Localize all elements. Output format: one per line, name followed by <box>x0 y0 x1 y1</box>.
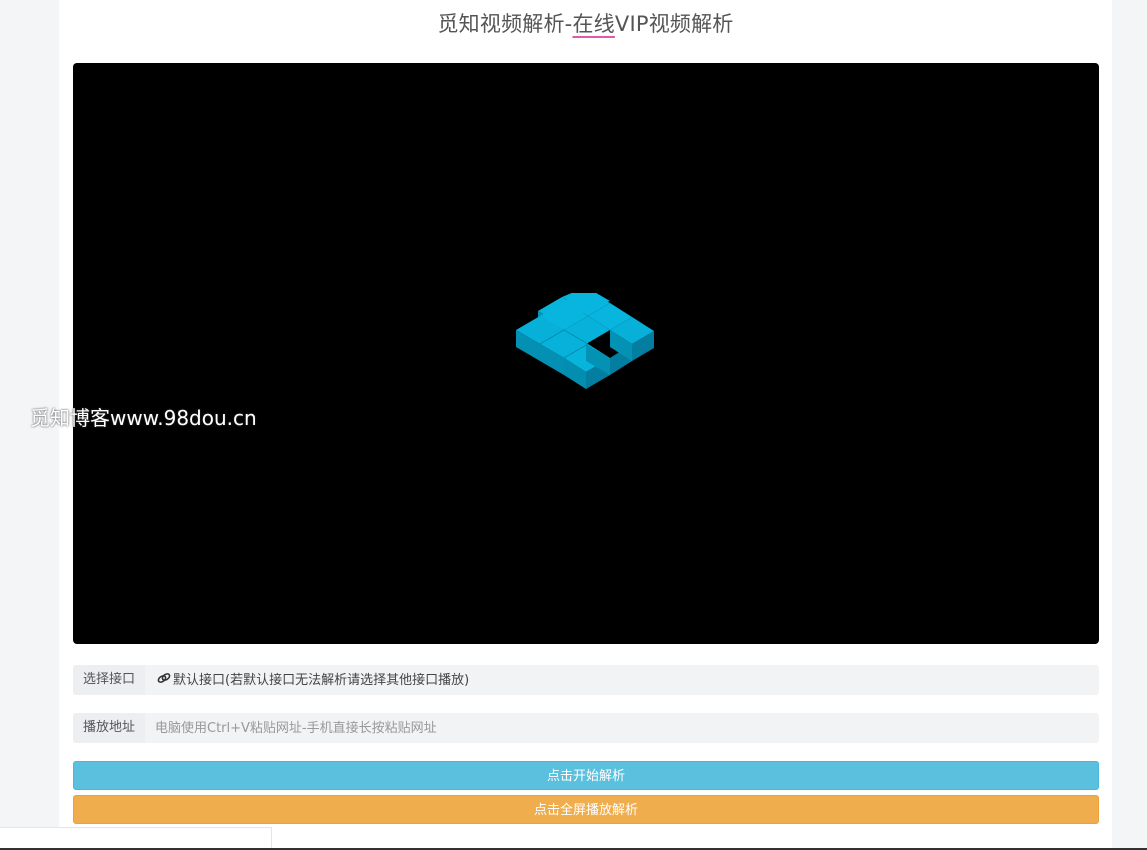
fullscreen-parse-button[interactable]: 点击全屏播放解析 <box>73 795 1099 824</box>
link-icon <box>157 665 171 695</box>
parse-button[interactable]: 点击开始解析 <box>73 761 1099 790</box>
interface-label: 选择接口 <box>73 665 145 695</box>
isometric-cubes-loader-icon <box>516 293 654 389</box>
url-label: 播放地址 <box>73 713 145 743</box>
url-input[interactable] <box>145 712 1099 744</box>
title-prefix: 觅知视频解析- <box>437 12 573 36</box>
page-title: 觅知视频解析-在线VIP视频解析 <box>59 8 1112 38</box>
watermark-text: 觅知博客www.98dou.cn <box>30 406 257 430</box>
bottom-panel <box>0 827 272 850</box>
interface-value: 默认接口(若默认接口无法解析请选择其他接口播放) <box>173 673 470 688</box>
title-underlined: 在线 <box>572 12 615 36</box>
interface-select[interactable]: 默认接口(若默认接口无法解析请选择其他接口播放) <box>145 665 1099 695</box>
video-player[interactable] <box>73 63 1099 644</box>
title-suffix: VIP视频解析 <box>614 12 734 36</box>
url-input-row: 播放地址 <box>73 712 1099 744</box>
interface-select-row[interactable]: 选择接口 默认接口(若默认接口无法解析请选择其他接口播放) <box>73 665 1099 695</box>
